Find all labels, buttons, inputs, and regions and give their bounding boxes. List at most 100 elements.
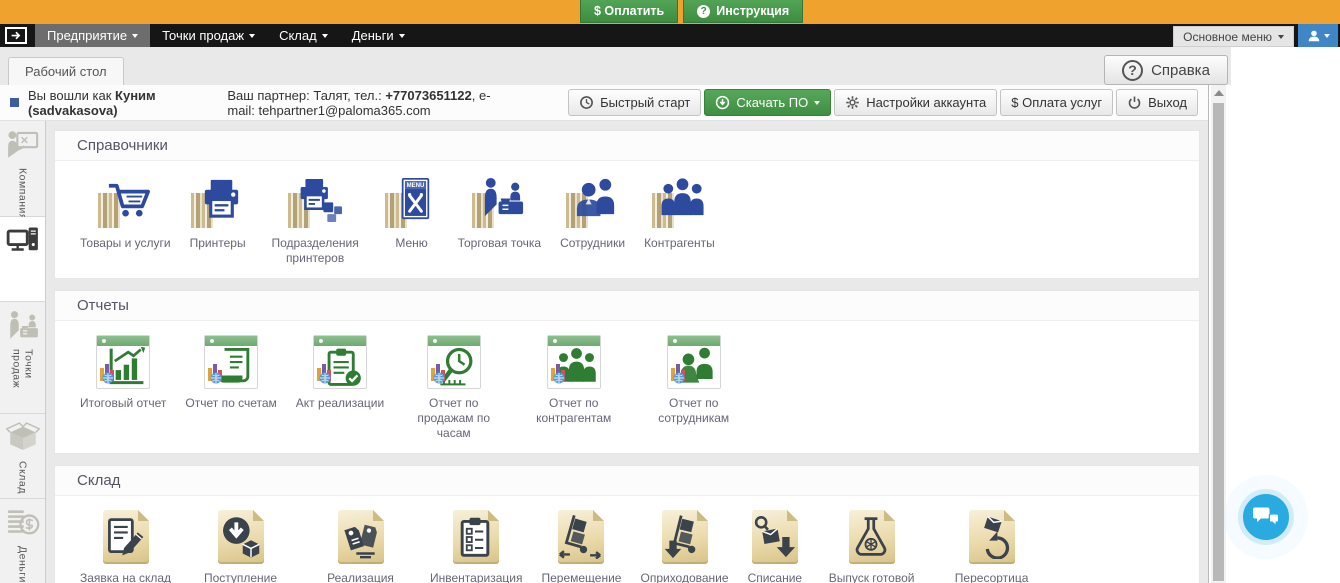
section-items: Заявка на склад Поступление товаровРеализ…: [55, 496, 1199, 583]
tab-desktop[interactable]: Рабочий стол: [8, 57, 124, 85]
shortcut-employees[interactable]: Сотрудники: [555, 175, 630, 251]
collapse-menu-button[interactable]: [5, 27, 27, 44]
shortcut-label: Заявка на склад: [80, 571, 171, 583]
shortcut-regrade[interactable]: Пересортица товаров: [936, 510, 1047, 583]
section-title: Склад: [55, 466, 1199, 496]
shortcut-inventory[interactable]: Инвентаризация: [425, 510, 527, 583]
shortcut-employees-report[interactable]: Отчет по сотрудникам: [638, 335, 749, 426]
quick-start-button[interactable]: Быстрый старт: [568, 89, 701, 116]
instruction-button[interactable]: ? Инструкция: [683, 0, 803, 23]
mini-chart-icon: [670, 361, 688, 385]
summary-report-icon: [96, 335, 150, 389]
menu-item-предприятие[interactable]: Предприятие: [35, 24, 150, 47]
capitalization-icon: [662, 510, 708, 564]
menu-item-label: Деньги: [352, 28, 394, 43]
top-orange-bar: $ Оплатить ? Инструкция: [0, 0, 1340, 24]
shortcut-summary-report[interactable]: Итоговый отчет: [75, 335, 171, 411]
sidebar-item-desktop[interactable]: [0, 217, 45, 302]
vertical-scrollbar[interactable]: [1211, 85, 1226, 583]
section-title: Справочники: [55, 131, 1199, 161]
arrow-right-icon: [10, 29, 23, 42]
shortcut-write-off[interactable]: Списание: [743, 510, 808, 583]
gear-icon: [845, 95, 860, 110]
chevron-down-icon: [399, 34, 405, 41]
menu-item-деньги[interactable]: Деньги: [340, 24, 417, 47]
shortcut-label: Торговая точка: [458, 236, 541, 251]
pay-services-button[interactable]: $ Оплата услуг: [1000, 89, 1113, 116]
sidebar-item-склад[interactable]: Склад: [0, 414, 45, 499]
shortcut-printer-group[interactable]: Подразделения принтеров: [260, 175, 371, 266]
shortcut-printer[interactable]: Принтеры: [185, 175, 251, 251]
menu-item-label: Склад: [279, 28, 317, 43]
goods-sale-icon: [338, 510, 384, 564]
shortcut-label: Списание: [748, 571, 803, 583]
pay-button[interactable]: $ Оплатить: [580, 0, 678, 23]
mini-chart-icon: [99, 361, 117, 385]
mini-chart-icon: [207, 361, 225, 385]
info-buttons: Быстрый старт Скачать ПО Настройки аккау…: [568, 89, 1198, 116]
chevron-down-icon: [132, 34, 138, 41]
download-software-button[interactable]: Скачать ПО: [704, 89, 831, 116]
shortcut-cart[interactable]: Товары и услуги: [75, 175, 176, 251]
shortcut-cash-register[interactable]: Торговая точка: [453, 175, 546, 251]
main-menu-dropdown[interactable]: Основное меню: [1173, 26, 1294, 47]
shortcut-label: Контрагенты: [644, 236, 715, 251]
sidebar-item-деньги[interactable]: Деньги: [0, 499, 45, 583]
shortcut-menu-board[interactable]: MENU Меню: [380, 175, 444, 251]
instruction-button-label: Инструкция: [716, 4, 789, 18]
main-menu-label: Основное меню: [1183, 30, 1272, 44]
shortcut-label: Сотрудники: [560, 236, 625, 251]
shortcut-label: Итоговый отчет: [80, 396, 166, 411]
section-items: Итоговый отчет Отчет по счетам Акт реализа…: [55, 321, 1199, 453]
write-off-icon: [752, 510, 798, 564]
menu-item-label: Предприятие: [47, 28, 127, 43]
shortcut-label: Пересортица товаров: [941, 571, 1042, 583]
company-icon: [6, 128, 40, 162]
shortcut-production[interactable]: Выпуск готовой продукции: [816, 510, 927, 583]
shortcut-label: Оприходование: [640, 571, 728, 583]
menu-item-склад[interactable]: Склад: [267, 24, 340, 47]
chat-widget-button[interactable]: [1238, 489, 1294, 545]
tab-strip: Рабочий стол: [0, 47, 1231, 85]
shortcut-transfer[interactable]: Перемещение: [536, 510, 626, 583]
shortcut-label: Отчет по продажам по часам: [403, 396, 504, 441]
shortcut-goods-receipt[interactable]: Поступление товаров: [185, 510, 296, 583]
employees-icon: [566, 175, 620, 229]
shortcut-warehouse-request[interactable]: Заявка на склад: [75, 510, 176, 583]
sidebar-item-label: Деньги: [17, 546, 29, 583]
chevron-down-icon: [814, 101, 820, 108]
help-button[interactable]: ? Справка: [1104, 55, 1228, 85]
scroll-up-arrow[interactable]: [1211, 85, 1226, 101]
section-title: Отчеты: [55, 291, 1199, 321]
shortcut-contractors[interactable]: Контрагенты: [639, 175, 720, 251]
mini-chart-icon: [430, 361, 448, 385]
menu-item-точки-продаж[interactable]: Точки продаж: [150, 24, 267, 47]
section-items: Товары и услуги Принтеры Подразделения при…: [55, 161, 1199, 278]
shortcut-label: Меню: [395, 236, 427, 251]
chevron-down-icon: [1278, 35, 1284, 42]
sales-point-icon: [6, 309, 40, 343]
shortcut-contractors-report[interactable]: Отчет по контрагентам: [518, 335, 629, 426]
user-menu-button[interactable]: [1298, 24, 1338, 47]
partner-text: Ваш партнер: Талят, тел.: +77073651122, …: [227, 88, 568, 118]
shortcut-goods-sale[interactable]: Реализация товаров: [305, 510, 416, 583]
shortcut-sales-act[interactable]: Акт реализации: [291, 335, 389, 411]
logout-button[interactable]: Выход: [1116, 89, 1198, 116]
info-bar: Вы вошли как Куним (sadvakasova) Ваш пар…: [0, 85, 1208, 121]
account-settings-button[interactable]: Настройки аккаунта: [834, 89, 997, 116]
scrollbar-thumb[interactable]: [1213, 103, 1224, 581]
menu-board-icon: MENU: [385, 175, 439, 229]
shortcut-label: Акт реализации: [296, 396, 384, 411]
sidebar-item-компания[interactable]: Компания: [0, 121, 45, 217]
shortcut-label: Подразделения принтеров: [265, 236, 366, 266]
shortcut-capitalization[interactable]: Оприходование: [635, 510, 733, 583]
transfer-icon: [558, 510, 604, 564]
svg-text:MENU: MENU: [406, 183, 424, 189]
shortcut-invoices-report[interactable]: Отчет по счетам: [180, 335, 281, 411]
sidebar-item-label: Компания: [17, 168, 29, 220]
shortcut-label: Товары и услуги: [80, 236, 171, 251]
sidebar-item-точки-продаж[interactable]: Точки продаж: [0, 302, 45, 414]
shortcut-hourly-sales-report[interactable]: Отчет по продажам по часам: [398, 335, 509, 441]
clock-icon: [579, 95, 594, 110]
help-button-label: Справка: [1151, 62, 1210, 79]
